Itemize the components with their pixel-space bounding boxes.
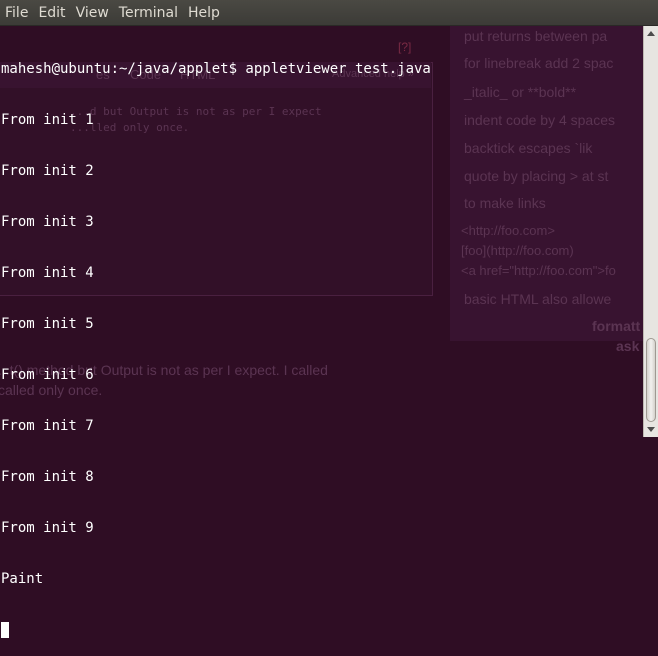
cursor-line (1, 622, 643, 639)
menubar: File Edit View Terminal Help (0, 0, 658, 26)
output-line: From init 7 (1, 418, 94, 434)
output-line: From init 3 (1, 214, 94, 230)
scroll-down-arrow-icon[interactable] (647, 427, 655, 432)
text-cursor (1, 622, 9, 638)
output-line: From init 4 (1, 265, 94, 281)
menu-terminal[interactable]: Terminal (114, 0, 183, 26)
menu-edit[interactable]: Edit (33, 0, 70, 26)
menu-help[interactable]: Help (183, 0, 225, 26)
scrollbar-thumb[interactable] (646, 338, 656, 422)
menu-view[interactable]: View (71, 0, 114, 26)
output-line: Paint (1, 571, 44, 587)
terminal-output[interactable]: mahesh@ubuntu:~/java/applet$ appletviewe… (1, 27, 643, 638)
output-line: From init 5 (1, 316, 94, 332)
output-line: From init 9 (1, 520, 94, 536)
output-line: From init 8 (1, 469, 94, 485)
prompt-line: mahesh@ubuntu:~/java/applet$ appletviewe… (1, 61, 431, 77)
output-line: From init 2 (1, 163, 94, 179)
menu-file[interactable]: File (0, 0, 33, 26)
vertical-scrollbar[interactable] (643, 26, 658, 437)
scroll-up-arrow-icon[interactable] (647, 31, 655, 36)
output-line: From init 6 (1, 367, 94, 383)
output-line: From init 1 (1, 112, 94, 128)
